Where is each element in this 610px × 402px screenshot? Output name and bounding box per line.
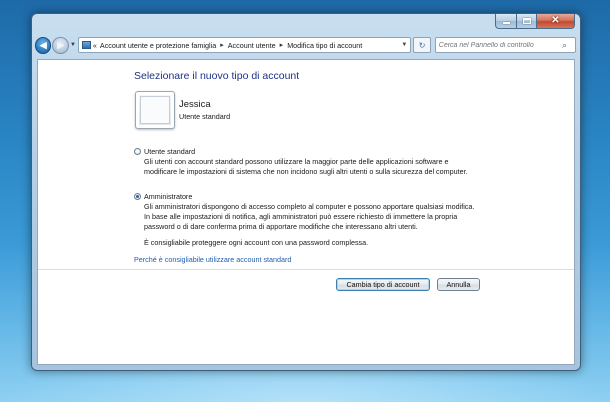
breadcrumb-separator-icon[interactable]: ▸ (220, 41, 224, 49)
change-account-type-button[interactable]: Cambia tipo di account (336, 278, 430, 291)
option-standard-user[interactable]: Utente standard Gli utenti con account s… (134, 147, 468, 177)
refresh-button[interactable]: ↻ (413, 37, 431, 53)
control-panel-window: ✕ ◀ ▶ ▼ « Account utente e protezione fa… (31, 13, 581, 371)
minimize-button[interactable] (495, 14, 517, 29)
close-button[interactable]: ✕ (537, 14, 575, 29)
maximize-icon (522, 18, 531, 24)
refresh-icon: ↻ (418, 40, 426, 50)
breadcrumb-item-user-accounts-family[interactable]: Account utente e protezione famiglia (100, 41, 216, 50)
password-recommendation: È consigliabile proteggere ogni account … (144, 238, 369, 247)
avatar-picture (140, 96, 170, 124)
breadcrumb-separator-icon[interactable]: ▸ (280, 41, 284, 49)
address-bar[interactable]: « Account utente e protezione famiglia ▸… (77, 37, 412, 53)
radio-standard-user[interactable] (134, 148, 141, 155)
breadcrumb-item-change-account-type[interactable]: Modifica tipo di account (287, 41, 362, 50)
forward-arrow-icon: ▶ (57, 39, 65, 50)
back-arrow-icon: ◀ (39, 39, 47, 50)
search-icon[interactable]: ⌕ (562, 40, 572, 50)
content-pane: Selezionare il nuovo tipo di account Jes… (37, 59, 575, 365)
minimize-icon (502, 22, 510, 24)
option-standard-label[interactable]: Utente standard (144, 147, 195, 156)
option-standard-description: Gli utenti con account standard possono … (144, 157, 468, 177)
breadcrumb-item-user-accounts[interactable]: Account utente (228, 41, 276, 50)
option-admin-description: Gli amministratori dispongono di accesso… (144, 202, 474, 232)
address-dropdown-icon[interactable]: ▼ (401, 42, 407, 48)
description-line: Gli utenti con account standard possono … (144, 157, 449, 166)
recent-pages-dropdown-icon[interactable]: ▼ (70, 42, 76, 48)
user-name: Jessica (179, 99, 211, 110)
forward-button[interactable]: ▶ (52, 36, 69, 54)
description-line: Gli amministratori dispongono di accesso… (144, 202, 475, 211)
option-administrator[interactable]: Amministratore Gli amministratori dispon… (134, 192, 474, 232)
user-account-type: Utente standard (179, 112, 231, 121)
description-line: password o di dare conferma prima di app… (144, 222, 418, 231)
search-input[interactable] (438, 41, 563, 49)
control-panel-icon (81, 41, 91, 49)
why-standard-accounts-link[interactable]: Perché è consigliabile utilizzare accoun… (134, 255, 291, 264)
option-admin-label[interactable]: Amministratore (144, 192, 192, 201)
breadcrumb-overflow-icon[interactable]: « (93, 41, 97, 50)
close-icon: ✕ (551, 15, 560, 26)
description-line: modificare le impostazioni di sistema ch… (144, 167, 468, 176)
cancel-button[interactable]: Annulla (437, 278, 480, 291)
navigation-bar: ◀ ▶ ▼ « Account utente e protezione fami… (35, 34, 577, 56)
divider (38, 269, 574, 270)
user-avatar (135, 91, 175, 129)
back-button[interactable]: ◀ (35, 36, 52, 54)
window-controls: ✕ (495, 14, 575, 29)
search-box[interactable]: ⌕ (434, 37, 577, 53)
description-line: In base alle impostazioni di notifica, a… (144, 212, 458, 221)
maximize-button[interactable] (517, 14, 537, 29)
page-title: Selezionare il nuovo tipo di account (134, 70, 300, 82)
radio-administrator[interactable] (134, 193, 141, 200)
